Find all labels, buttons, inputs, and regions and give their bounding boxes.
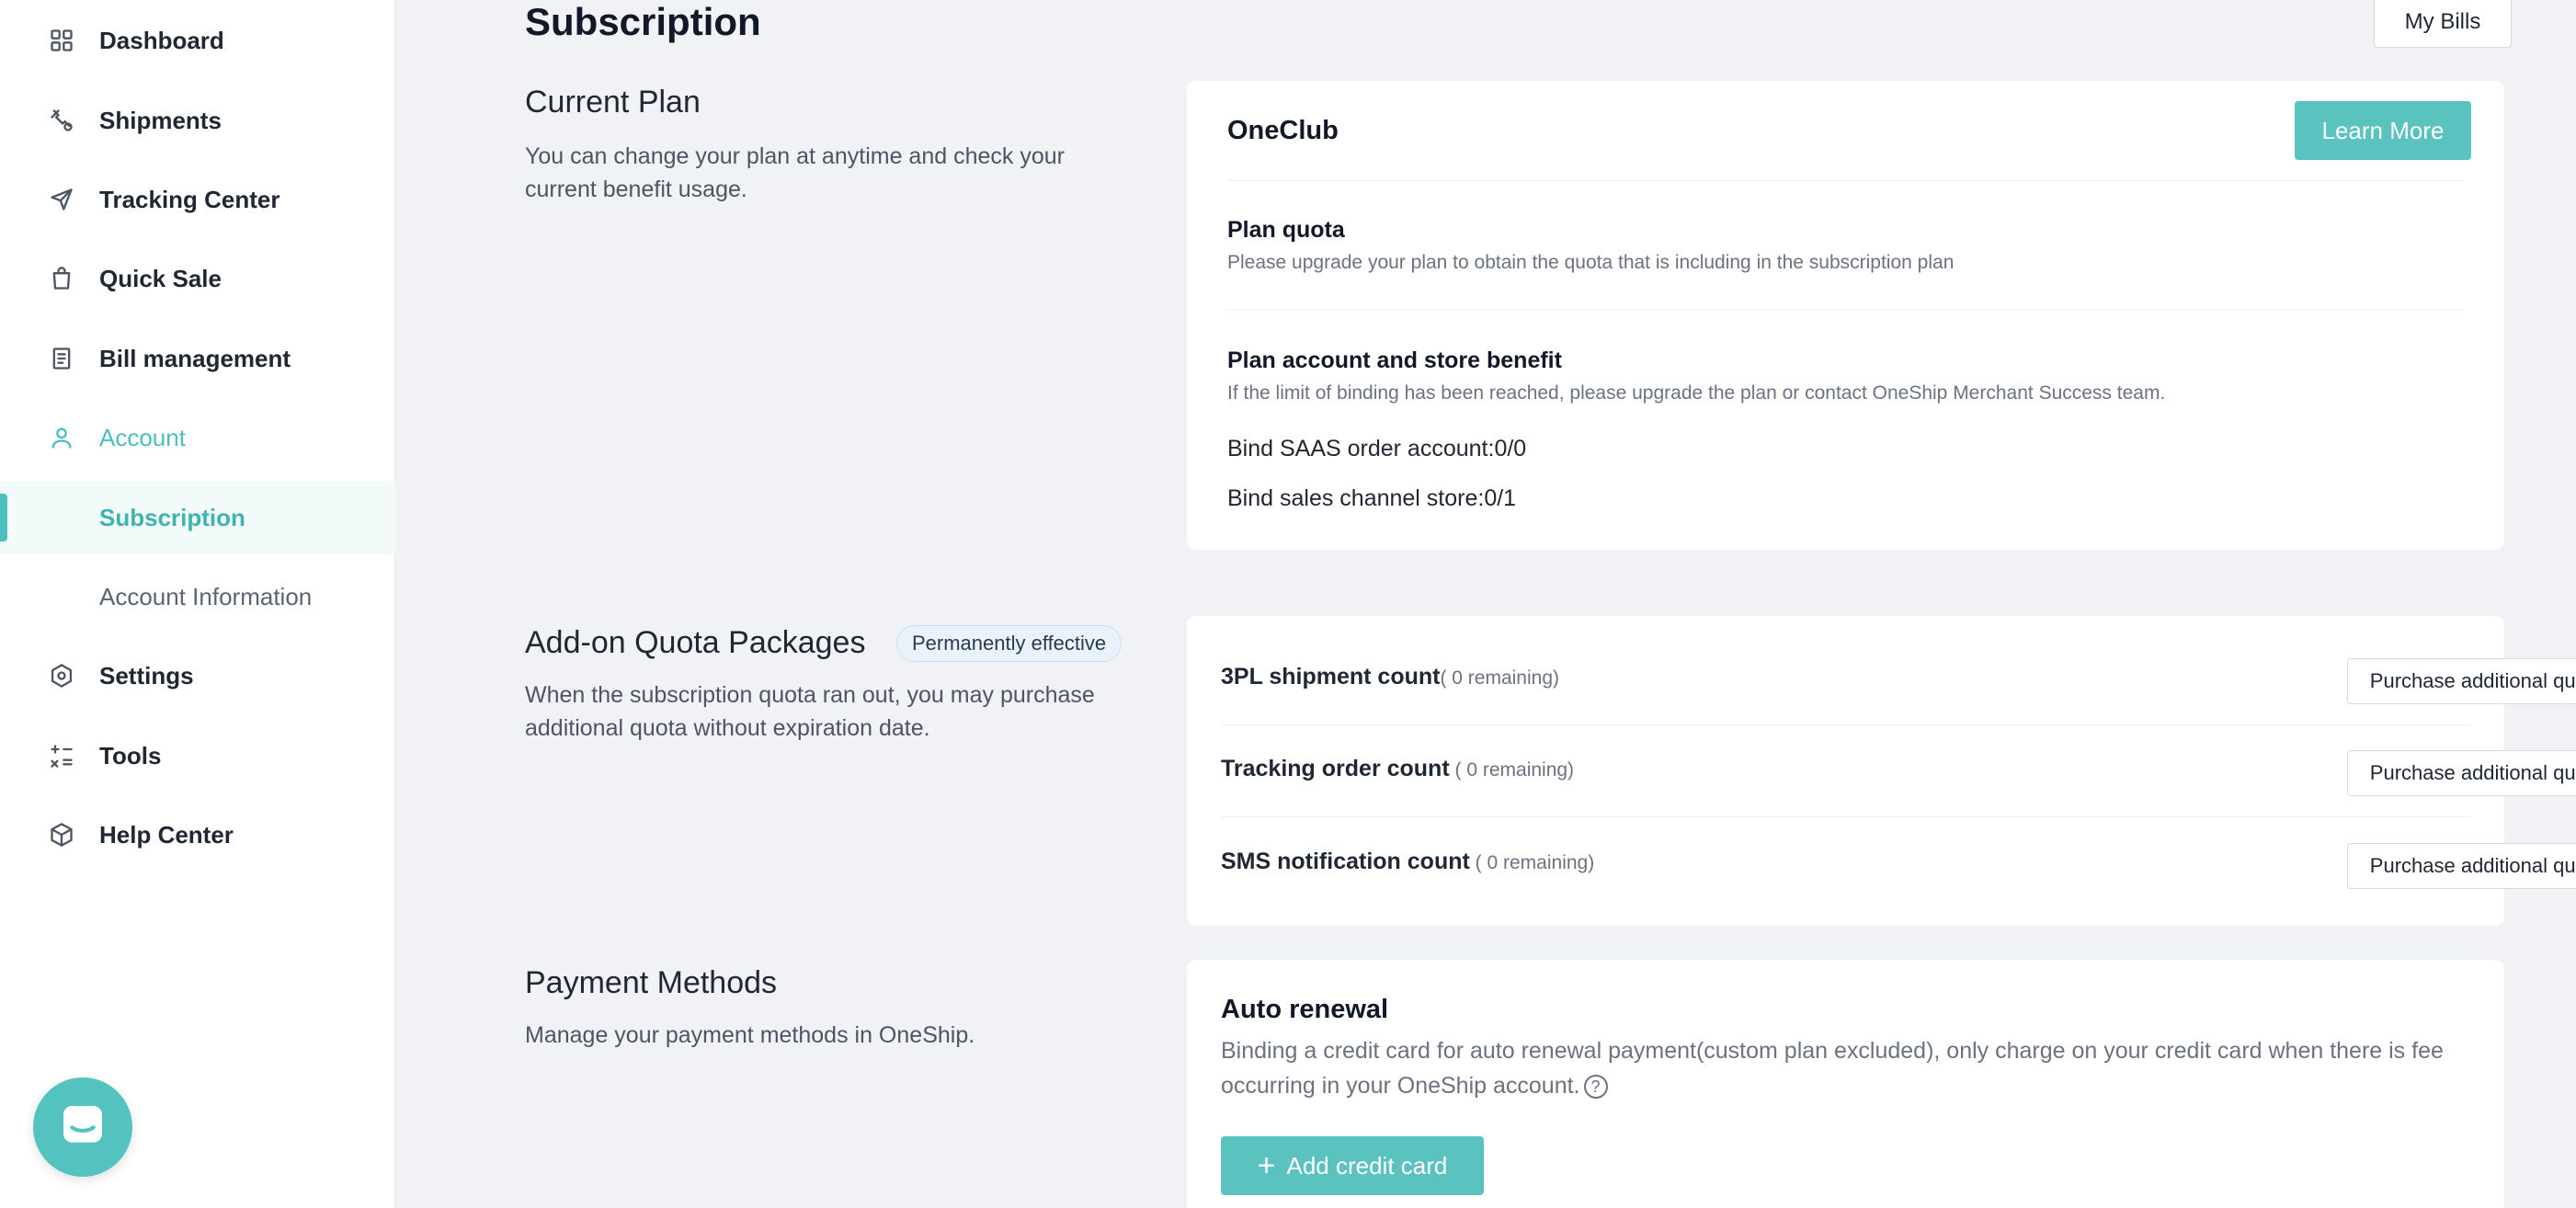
- purchase-sms-quota-button[interactable]: Purchase additional quota: [2347, 843, 2576, 889]
- plan-name: OneClub: [1227, 116, 1339, 145]
- app-root: Dashboard Shipments Tracking Center Quic…: [0, 0, 2576, 1208]
- sidebar-item-label: Account: [99, 423, 186, 451]
- sidebar-item-shipments[interactable]: Shipments: [0, 84, 395, 157]
- sidebar-item-label: Quick Sale: [99, 264, 222, 292]
- current-plan-card: OneClub Learn More Plan quota Please upg…: [1187, 81, 2504, 550]
- plus-icon: +: [1257, 1148, 1276, 1183]
- addon-card: 3PL shipment count( 0 remaining) Purchas…: [1187, 616, 2576, 926]
- addon-title: Add-on Quota Packages: [525, 625, 866, 660]
- sidebar-item-quick-sale[interactable]: Quick Sale: [0, 242, 395, 315]
- sidebar-item-account-information[interactable]: Account Information: [0, 560, 395, 633]
- quota-remaining: ( 0 remaining): [1440, 667, 1560, 689]
- add-credit-card-label: Add credit card: [1286, 1151, 1448, 1180]
- divider: [1221, 724, 2470, 725]
- payment-methods-description: Manage your payment methods in OneShip.: [525, 1022, 975, 1048]
- sidebar-item-help-center[interactable]: Help Center: [0, 798, 395, 872]
- current-plan-description: You can change your plan at anytime and …: [525, 143, 1065, 202]
- sidebar-item-label: Dashboard: [99, 26, 224, 54]
- help-icon[interactable]: ?: [1583, 1075, 1608, 1100]
- gear-icon: [48, 662, 75, 689]
- sidebar-item-label: Settings: [99, 661, 194, 689]
- sidebar-item-label: Tools: [99, 741, 162, 769]
- sidebar-item-label: Help Center: [99, 820, 234, 849]
- current-plan-title: Current Plan: [525, 85, 701, 120]
- bill-icon: [48, 345, 75, 372]
- chat-icon: [57, 1100, 108, 1156]
- box-icon: [48, 821, 75, 849]
- auto-renewal-text: Binding a credit card for auto renewal p…: [1221, 1038, 2444, 1099]
- page-title: Subscription: [525, 0, 761, 43]
- addon-description: When the subscription quota ran out, you…: [525, 682, 1095, 741]
- divider: [1221, 816, 2470, 817]
- shipments-icon: [48, 107, 75, 134]
- quota-label: SMS notification count: [1221, 849, 1470, 874]
- shopping-bag-icon: [48, 265, 75, 292]
- chat-support-button[interactable]: [33, 1077, 132, 1177]
- purchase-tracking-quota-button[interactable]: Purchase additional quota: [2347, 750, 2576, 796]
- sidebar-item-label: Account Information: [99, 582, 313, 610]
- add-credit-card-button[interactable]: + Add credit card: [1221, 1136, 1484, 1195]
- purchase-3pl-quota-button[interactable]: Purchase additional quota: [2347, 658, 2576, 704]
- quota-remaining: ( 0 remaining): [1449, 759, 1575, 781]
- bind-saas-order-account: Bind SAAS order account:0/0: [1227, 436, 1527, 462]
- plan-benefit-title: Plan account and store benefit: [1227, 348, 1562, 373]
- dashboard-icon: [48, 27, 75, 54]
- plan-benefit-description: If the limit of binding has been reached…: [1227, 382, 2166, 404]
- sidebar-item-label: Subscription: [99, 503, 245, 531]
- plan-quota-title: Plan quota: [1227, 217, 1345, 243]
- quota-row-sms: SMS notification count ( 0 remaining): [1221, 849, 1594, 875]
- quota-label: Tracking order count: [1221, 756, 1450, 781]
- quota-row-tracking: Tracking order count ( 0 remaining): [1221, 756, 1574, 782]
- my-bills-button[interactable]: My Bills: [2374, 0, 2512, 48]
- send-icon: [48, 186, 75, 213]
- sidebar-item-tracking-center[interactable]: Tracking Center: [0, 163, 395, 236]
- sidebar: Dashboard Shipments Tracking Center Quic…: [0, 0, 395, 1208]
- auto-renewal-description: Binding a credit card for auto renewal p…: [1221, 1033, 2471, 1103]
- sidebar-item-label: Shipments: [99, 106, 222, 134]
- sidebar-item-label: Tracking Center: [99, 185, 280, 213]
- sidebar-item-label: Bill management: [99, 344, 291, 372]
- user-icon: [48, 424, 75, 451]
- sidebar-item-bill-management[interactable]: Bill management: [0, 322, 395, 395]
- permanently-effective-badge: Permanently effective: [896, 625, 1123, 662]
- bind-sales-channel-store: Bind sales channel store:0/1: [1227, 485, 1517, 511]
- quota-row-3pl: 3PL shipment count( 0 remaining): [1221, 664, 1559, 690]
- tools-icon: [48, 742, 75, 769]
- divider: [1227, 309, 2464, 310]
- quota-label: 3PL shipment count: [1221, 664, 1441, 689]
- sidebar-item-account[interactable]: Account: [0, 401, 395, 474]
- payment-card: Auto renewal Binding a credit card for a…: [1187, 960, 2504, 1208]
- sidebar-item-dashboard[interactable]: Dashboard: [0, 4, 395, 77]
- divider: [1227, 180, 2464, 181]
- sidebar-item-subscription[interactable]: Subscription: [0, 481, 395, 554]
- main-content: Subscription My Bills Current Plan You c…: [396, 0, 2576, 1208]
- payment-methods-title: Payment Methods: [525, 965, 778, 1000]
- auto-renewal-title: Auto renewal: [1221, 995, 1389, 1024]
- sidebar-item-settings[interactable]: Settings: [0, 639, 395, 712]
- plan-quota-description: Please upgrade your plan to obtain the q…: [1227, 252, 1955, 273]
- learn-more-button[interactable]: Learn More: [2295, 101, 2471, 160]
- quota-remaining: ( 0 remaining): [1469, 852, 1595, 873]
- sidebar-item-tools[interactable]: Tools: [0, 719, 395, 792]
